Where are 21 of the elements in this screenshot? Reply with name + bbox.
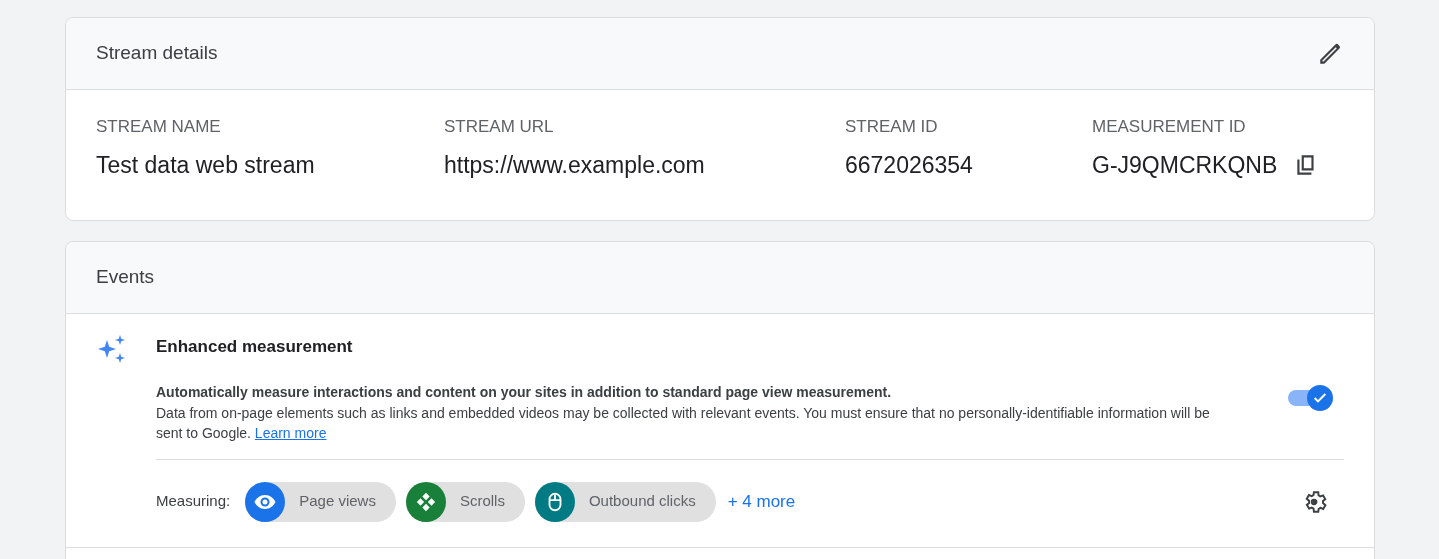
chip-label: Scrolls xyxy=(459,491,505,512)
learn-more-link[interactable]: Learn more xyxy=(254,424,327,441)
field-label: STREAM URL xyxy=(444,116,555,138)
description: Data from on-page elements such as links and embedded videos may be collected with relevant events. You must ensure that no personally-identifiable information will be sent to Google. Learn more xyxy=(156,403,1211,443)
field-label: MEASUREMENT ID xyxy=(1092,116,1247,138)
measuring-label: Measuring: xyxy=(156,491,231,512)
chip-label: Page views xyxy=(299,491,376,512)
field-value: https://www.example.com xyxy=(444,150,705,180)
toggle-switch[interactable] xyxy=(1286,384,1334,412)
field-value: 6672026354 xyxy=(845,150,973,180)
chip-label: Outbound clicks xyxy=(588,491,696,512)
card-title: Stream details xyxy=(96,41,218,66)
field-value: Test data web stream xyxy=(96,150,315,180)
field-value: G-J9QMCRKQNB xyxy=(1092,150,1278,180)
field-label: STREAM ID xyxy=(845,116,939,138)
diamond-arrows-icon xyxy=(414,490,437,513)
card-title: Events xyxy=(96,265,155,290)
description-lead: Automatically measure interactions and content on your sites in addition to standard page view measurement. xyxy=(156,382,893,402)
field-label: STREAM NAME xyxy=(96,116,222,138)
more-link[interactable]: + 4 more xyxy=(727,488,796,515)
section-title: Enhanced measurement xyxy=(156,336,354,358)
